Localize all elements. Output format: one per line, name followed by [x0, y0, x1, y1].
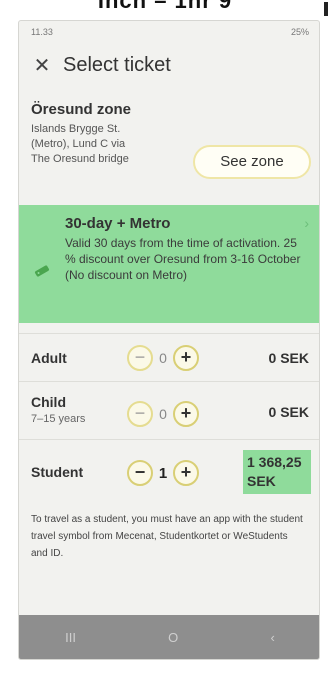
decrement-button[interactable]: −	[127, 345, 153, 371]
student-note: To travel as a student, you must have an…	[31, 514, 303, 559]
zone-title: Öresund zone	[31, 101, 132, 118]
status-bar: 11.33 25%	[19, 21, 319, 43]
passenger-label: Adult	[31, 350, 67, 366]
zone-description: Islands Brygge St. (Metro), Lund C via T…	[31, 123, 129, 165]
close-icon[interactable]: ✕	[29, 53, 55, 78]
quantity-value: 0	[159, 406, 167, 422]
passenger-price: 0 SEK	[268, 350, 309, 366]
passenger-label: Child	[31, 394, 66, 410]
increment-button[interactable]: +	[173, 345, 199, 371]
quantity-value: 1	[158, 464, 168, 482]
ticket-tag-icon	[34, 265, 50, 277]
passenger-row-child: Child 7–15 years − 0 + 0 SEK	[19, 381, 319, 439]
ticket-title: 30-day + Metro	[65, 215, 171, 232]
passenger-age-range: 7–15 years	[31, 413, 86, 425]
increment-button[interactable]: +	[173, 401, 199, 427]
page-title: Select ticket	[63, 53, 171, 76]
passenger-price-highlight: 1 368,25 SEK	[243, 450, 311, 494]
edge-mark	[324, 2, 328, 16]
back-button[interactable]: ‹	[271, 630, 275, 645]
ticket-description: Valid 30 days from the time of activatio…	[65, 236, 301, 282]
home-button[interactable]: O	[168, 630, 178, 645]
quantity-stepper: − 1 +	[127, 460, 199, 486]
see-zone-button[interactable]: See zone	[193, 145, 311, 179]
page-top-strip: Inch – 1hr 9	[0, 0, 330, 16]
chevron-right-icon[interactable]: ›	[304, 215, 309, 231]
android-nav-bar: III O ‹	[19, 615, 319, 659]
decrement-button[interactable]: −	[127, 401, 153, 427]
passenger-price: 0 SEK	[268, 404, 309, 420]
recent-apps-button[interactable]: III	[65, 630, 76, 645]
quantity-stepper: − 0 +	[127, 345, 199, 371]
status-time: 11.33	[31, 27, 53, 37]
passenger-row-adult: Adult − 0 + 0 SEK	[19, 333, 319, 381]
status-indicators: 25%	[290, 27, 309, 37]
header: ✕ Select ticket	[19, 43, 319, 87]
ticket-card[interactable]: 30-day + Metro Valid 30 days from the ti…	[19, 205, 319, 323]
zone-card: Öresund zone Islands Brygge St. (Metro),…	[19, 87, 319, 205]
quantity-value: 0	[159, 350, 167, 366]
passenger-label: Student	[31, 464, 84, 480]
increment-button[interactable]: +	[173, 460, 199, 486]
cropped-heading: Inch – 1hr 9	[97, 0, 233, 13]
passenger-row-student: Student − 1 + 1 368,25 SEK	[19, 439, 319, 505]
decrement-button[interactable]: −	[127, 460, 153, 486]
quantity-stepper: − 0 +	[127, 401, 199, 427]
phone-screen: 11.33 25% ✕ Select ticket Öresund zone I…	[18, 20, 320, 660]
